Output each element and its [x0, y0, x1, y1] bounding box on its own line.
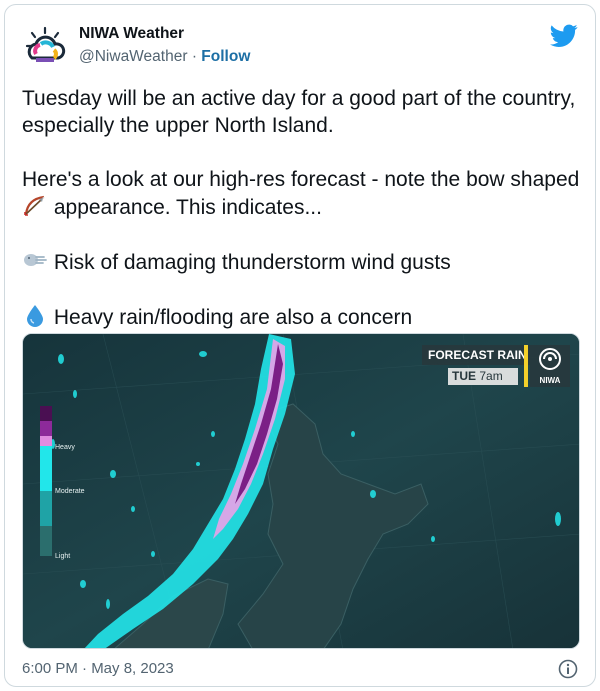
wind-face-icon	[24, 254, 47, 266]
legend-light-label: Light	[55, 553, 71, 560]
twitter-bird-icon[interactable]	[550, 24, 578, 48]
tweet-line-4: Heavy rain/flooding are also a concern	[22, 303, 582, 331]
overlay-accent-bar	[524, 345, 528, 387]
follow-link[interactable]: Follow	[201, 48, 250, 65]
droplet-icon	[27, 305, 43, 327]
tweet-line-2: Here's a look at our high-res forecast -…	[22, 166, 582, 221]
tweet-header: NIWA Weather @NiwaWeather · Follow	[22, 22, 578, 72]
tweet-card[interactable]: NIWA Weather @NiwaWeather · Follow Tuesd…	[4, 4, 596, 687]
forecast-hour: 7am	[479, 369, 503, 383]
forecast-day: TUE	[452, 369, 476, 383]
tweet-line-1: Tuesday will be an active day for a good…	[22, 87, 576, 137]
tweet-line-2-start: Here's a look at our high-res forecast -…	[22, 168, 580, 191]
tweet-line-3: Risk of damaging thunderstorm wind gusts	[22, 248, 582, 276]
forecast-overlay: FORECAST RAIN TUE 7am NIWA	[422, 343, 572, 389]
niwa-logo: NIWA	[530, 345, 570, 387]
display-name[interactable]: NIWA Weather	[79, 24, 250, 44]
niwa-avatar-icon[interactable]	[22, 24, 68, 70]
legend-moderate-label: Moderate	[55, 488, 85, 495]
niwa-logo-icon	[539, 348, 561, 370]
tweet-text: Tuesday will be an active day for a good…	[22, 85, 582, 331]
tweet-timestamp[interactable]: 6:00 PM · May 8, 2023	[22, 660, 174, 677]
tweet-footer: 6:00 PM · May 8, 2023	[22, 657, 578, 681]
niwa-logo-text: NIWA	[539, 376, 561, 385]
bow-and-arrow-icon	[24, 195, 45, 216]
tweet-line-3-text: Risk of damaging thunderstorm wind gusts	[53, 251, 451, 274]
tweet-line-2-end: appearance. This indicates...	[53, 196, 322, 219]
tweet-line-4-text: Heavy rain/flooding are also a concern	[53, 306, 413, 329]
info-icon[interactable]	[558, 659, 578, 679]
account-handle[interactable]: @NiwaWeather	[79, 48, 188, 65]
legend-heavy-label: Heavy	[55, 444, 75, 451]
forecast-title: FORECAST RAIN	[422, 345, 530, 365]
forecast-map-image[interactable]: Heavy Moderate Light FORECAST RAIN TUE 7…	[22, 333, 580, 649]
forecast-time: TUE 7am	[448, 368, 518, 385]
rain-legend-scale	[40, 406, 52, 556]
separator-dot: ·	[191, 48, 197, 65]
